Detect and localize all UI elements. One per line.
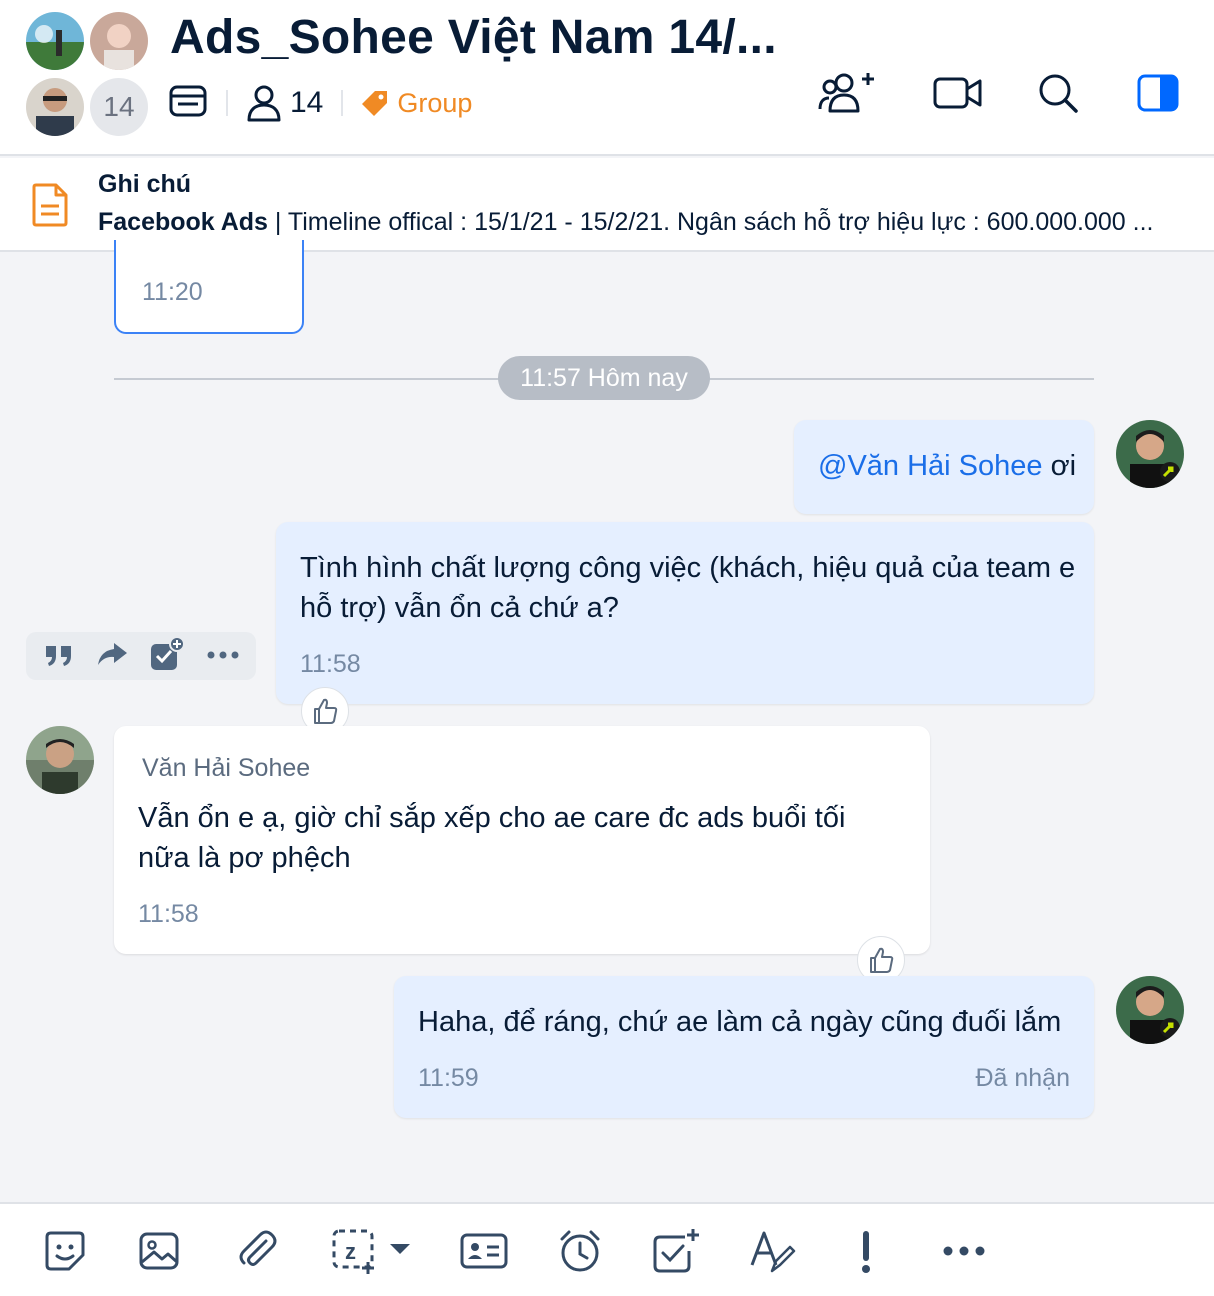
attachment-button[interactable] bbox=[232, 1226, 282, 1276]
message-text: Vẫn ổn e ạ, giờ chỉ sắp xếp cho ae care … bbox=[138, 802, 846, 874]
video-call-button[interactable] bbox=[926, 64, 990, 122]
message-bubble[interactable]: Tình hình chất lượng công việc (khách, h… bbox=[276, 522, 1094, 704]
image-icon bbox=[139, 1232, 179, 1270]
add-member-icon bbox=[818, 73, 874, 113]
own-avatar[interactable] bbox=[1116, 976, 1184, 1044]
own-avatar[interactable] bbox=[1116, 420, 1184, 488]
message-text: Haha, để ráng, chứ ae làm cả ngày cũng đ… bbox=[418, 1006, 1062, 1038]
member-count-label: 14 bbox=[290, 86, 324, 119]
message-bubble[interactable]: Văn Hải Sohee Vẫn ổn e ạ, giờ chỉ sắp xế… bbox=[114, 726, 930, 954]
group-title[interactable]: Ads_Sohee Việt Nam 14/... bbox=[170, 10, 777, 65]
todo-icon bbox=[653, 1229, 699, 1273]
member-avatar bbox=[26, 12, 84, 70]
message-text-rest: ơi bbox=[1042, 450, 1077, 482]
sticker-icon bbox=[45, 1231, 85, 1271]
message-text: Tình hình chất lượng công việc (khách, h… bbox=[300, 552, 1076, 624]
pinned-body: | Timeline offical : 15/1/21 - 15/2/21. … bbox=[267, 208, 1154, 236]
tag-label: Group bbox=[397, 87, 473, 118]
composer-toolbar: z bbox=[0, 1202, 1214, 1296]
pinned-title: Ghi chú bbox=[98, 170, 192, 198]
message-time: 11:59 bbox=[418, 1064, 479, 1092]
search-icon bbox=[1039, 74, 1078, 113]
tag-icon bbox=[362, 91, 388, 116]
message-time: 11:20 bbox=[142, 278, 203, 306]
group-tag[interactable]: Group bbox=[361, 88, 472, 119]
sidebar-toggle-button[interactable] bbox=[1126, 64, 1190, 122]
sender-name[interactable]: Văn Hải Sohee bbox=[142, 754, 310, 783]
text-format-button[interactable] bbox=[746, 1226, 798, 1276]
thumbs-up-icon bbox=[314, 698, 338, 724]
group-meta: 14 Group bbox=[168, 80, 472, 126]
sidebar-toggle-icon bbox=[1137, 74, 1179, 112]
reminder-icon bbox=[560, 1230, 600, 1272]
sticker-button[interactable] bbox=[40, 1226, 90, 1276]
quote-icon[interactable] bbox=[43, 640, 75, 673]
member-count-avatar[interactable]: 14 bbox=[90, 78, 148, 136]
attachment-icon bbox=[239, 1230, 277, 1266]
more-icon[interactable] bbox=[206, 647, 240, 665]
member-avatar bbox=[26, 78, 84, 136]
user-icon bbox=[247, 85, 281, 122]
contact-card-icon bbox=[460, 1233, 508, 1269]
message-status: Đã nhận bbox=[975, 1064, 1070, 1092]
member-count[interactable]: 14 bbox=[246, 84, 323, 122]
forward-icon[interactable] bbox=[96, 640, 128, 673]
todo-button[interactable] bbox=[650, 1226, 702, 1276]
divider bbox=[341, 90, 344, 116]
contact-card-button[interactable] bbox=[458, 1226, 510, 1276]
mention-link[interactable]: @Văn Hải Sohee bbox=[818, 450, 1043, 482]
message-bubble[interactable]: @Văn Hải Sohee ơi bbox=[794, 420, 1094, 514]
search-button[interactable] bbox=[1026, 64, 1090, 122]
note-icon bbox=[28, 182, 72, 233]
urgent-icon bbox=[862, 1231, 870, 1273]
add-member-button[interactable] bbox=[814, 64, 878, 122]
message-time: 11:58 bbox=[300, 650, 361, 678]
video-call-icon bbox=[933, 77, 982, 109]
sender-avatar[interactable] bbox=[26, 726, 94, 794]
previous-message-bubble[interactable]: 11:20 bbox=[114, 240, 304, 334]
reminder-button[interactable] bbox=[554, 1226, 606, 1276]
urgent-button[interactable] bbox=[846, 1226, 886, 1276]
svg-text:z: z bbox=[345, 1239, 356, 1264]
pinned-bold-prefix: Facebook Ads bbox=[98, 208, 268, 236]
screenshot-button[interactable]: z bbox=[330, 1226, 414, 1276]
more-icon bbox=[943, 1246, 985, 1256]
chat-header: 14 Ads_Sohee Việt Nam 14/... 14 Group bbox=[0, 0, 1214, 156]
divider bbox=[226, 90, 228, 116]
thumbs-up-icon bbox=[870, 947, 894, 973]
more-options-button[interactable] bbox=[938, 1226, 990, 1276]
message-bubble[interactable]: Haha, để ráng, chứ ae làm cả ngày cũng đ… bbox=[394, 976, 1094, 1118]
text-format-icon bbox=[750, 1231, 796, 1273]
image-button[interactable] bbox=[134, 1226, 184, 1276]
date-divider: 11:57 Hôm nay bbox=[498, 356, 710, 400]
message-text: @Văn Hải Sohee ơi bbox=[818, 446, 1076, 486]
message-time: 11:58 bbox=[138, 900, 199, 928]
create-task-icon[interactable] bbox=[149, 635, 185, 677]
pinned-text: Facebook Ads | Timeline offical : 15/1/2… bbox=[98, 208, 1178, 237]
message-action-bar bbox=[26, 632, 256, 680]
group-info-icon[interactable] bbox=[168, 83, 208, 124]
member-avatar bbox=[90, 12, 148, 70]
pinned-note[interactable]: Ghi chú Facebook Ads | Timeline offical … bbox=[0, 158, 1214, 252]
screenshot-icon: z bbox=[332, 1229, 410, 1274]
